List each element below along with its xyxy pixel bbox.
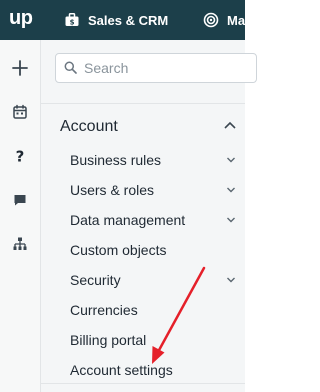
calendar-button[interactable] bbox=[8, 100, 32, 124]
tab-sales-crm-label: Sales & CRM bbox=[88, 12, 169, 28]
sitemap-icon bbox=[13, 237, 27, 250]
chevron-up-icon[interactable] bbox=[223, 120, 237, 130]
search-input[interactable] bbox=[82, 58, 246, 78]
chevron-down-icon[interactable] bbox=[226, 276, 236, 284]
chevron-down-icon[interactable] bbox=[226, 156, 236, 164]
target-icon bbox=[203, 12, 219, 28]
chat-button[interactable] bbox=[8, 188, 32, 212]
plus-icon bbox=[12, 60, 28, 76]
search-box[interactable] bbox=[55, 53, 257, 83]
divider bbox=[41, 103, 245, 104]
nav-item-security[interactable]: Security bbox=[70, 269, 121, 291]
help-button[interactable]: ? bbox=[8, 144, 32, 168]
svg-text:?: ? bbox=[16, 148, 25, 164]
tab-marketing[interactable]: Ma bbox=[203, 0, 245, 40]
nav-item-business-rules[interactable]: Business rules bbox=[70, 149, 161, 171]
nav-item-custom-objects[interactable]: Custom objects bbox=[70, 239, 166, 261]
divider bbox=[41, 383, 245, 384]
top-navigation-bar: up $ Sales & CRM Ma bbox=[0, 0, 245, 40]
tab-sales-crm[interactable]: $ Sales & CRM bbox=[64, 0, 168, 40]
nav-item-currencies[interactable]: Currencies bbox=[70, 299, 138, 321]
app-logo[interactable]: up bbox=[9, 7, 33, 30]
settings-navigation-panel: Account Business rules Users & roles Dat… bbox=[41, 40, 257, 392]
calendar-icon bbox=[13, 104, 27, 119]
section-title-account[interactable]: Account bbox=[60, 118, 118, 136]
chevron-down-icon[interactable] bbox=[226, 186, 236, 194]
nav-item-users-roles[interactable]: Users & roles bbox=[70, 179, 154, 201]
help-icon: ? bbox=[16, 148, 25, 164]
search-icon bbox=[64, 61, 77, 74]
org-chart-button[interactable] bbox=[8, 232, 32, 256]
chat-icon bbox=[14, 195, 26, 206]
left-sidebar: ? bbox=[0, 40, 41, 392]
nav-item-billing-portal[interactable]: Billing portal bbox=[70, 329, 146, 351]
nav-item-account-settings[interactable]: Account settings bbox=[70, 359, 173, 381]
svg-text:$: $ bbox=[70, 18, 75, 26]
tab-marketing-label: Ma bbox=[227, 12, 246, 28]
briefcase-icon: $ bbox=[65, 13, 79, 26]
nav-item-data-management[interactable]: Data management bbox=[70, 209, 185, 231]
add-button[interactable] bbox=[8, 56, 32, 80]
chevron-down-icon[interactable] bbox=[226, 216, 236, 224]
